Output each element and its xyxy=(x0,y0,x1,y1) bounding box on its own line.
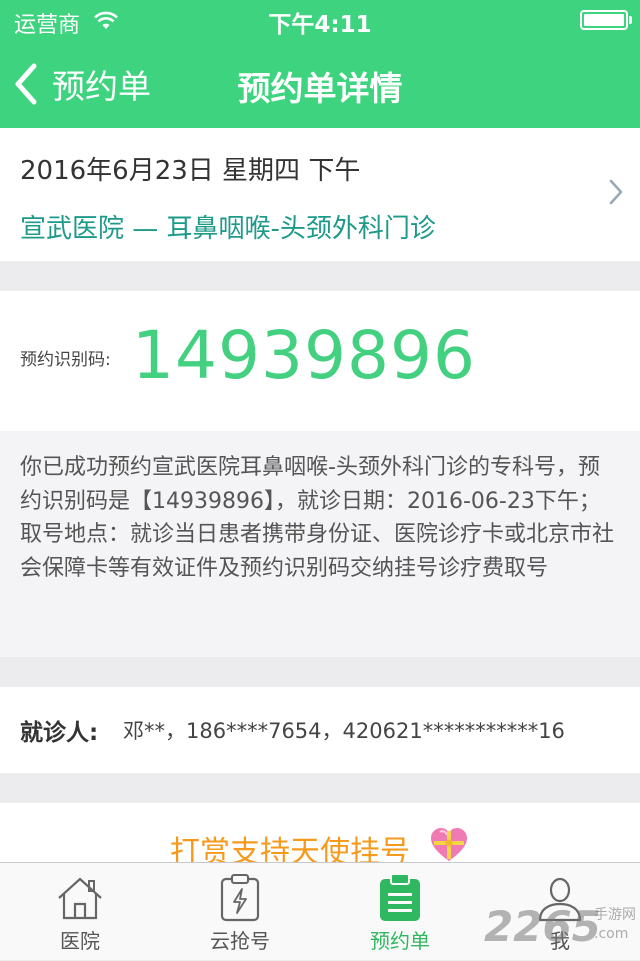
tab-label: 医院 xyxy=(60,929,100,953)
watermark-cn: 手游网 xyxy=(594,907,636,923)
page-title: 预约单详情 xyxy=(237,69,403,108)
code-card: 预约识别码: 14939896 你已成功预约宣武医院耳鼻咽喉-头颈外科门诊的专科… xyxy=(0,291,640,657)
clipboard-list-icon xyxy=(380,873,420,921)
chevron-right-icon xyxy=(609,179,623,205)
clipboard-flash-icon xyxy=(220,874,260,922)
code-value: 14939896 xyxy=(132,317,476,394)
patient-value: 邓**，186****7654，420621***********16 xyxy=(123,719,565,743)
code-description: 你已成功预约宣武医院耳鼻咽喉-头颈外科门诊的专科号，预约识别码是【1493989… xyxy=(0,431,640,657)
tab-label: 预约单 xyxy=(370,929,430,953)
watermark-number: 2265 xyxy=(484,902,601,951)
status-time: 下午4:11 xyxy=(268,12,372,38)
appointment-card[interactable]: 2016年6月23日 星期四 下午 宣武医院 — 耳鼻咽喉-头颈外科门诊 xyxy=(0,128,640,261)
tip-card[interactable]: 打赏支持天使挂号 xyxy=(0,803,640,870)
status-bar: 运营商 下午4:11 xyxy=(0,0,640,40)
appointment-date: 2016年6月23日 星期四 下午 xyxy=(20,156,361,186)
appointment-department: 宣武医院 — 耳鼻咽喉-头颈外科门诊 xyxy=(20,214,436,244)
patient-label: 就诊人: xyxy=(20,720,99,746)
heart-gift-icon xyxy=(431,828,467,861)
hospital-icon xyxy=(58,877,102,920)
battery-tip xyxy=(629,16,632,24)
tab-grab[interactable]: 云抢号 xyxy=(160,863,320,961)
tab-hospital[interactable]: 医院 xyxy=(0,863,160,961)
tab-label: 云抢号 xyxy=(210,929,270,953)
tab-appointments[interactable]: 预约单 xyxy=(320,863,480,961)
watermark: 2265 手游网 .com xyxy=(484,898,640,954)
patient-card: 就诊人: 邓**，186****7654，420621***********16 xyxy=(0,687,640,773)
nav-bar: 预约单 预约单详情 xyxy=(0,40,640,128)
header: 运营商 下午4:11 预约单 预约单详情 xyxy=(0,0,640,128)
code-label: 预约识别码: xyxy=(20,350,111,370)
watermark-url: .com xyxy=(594,926,629,942)
battery-icon xyxy=(580,10,628,30)
